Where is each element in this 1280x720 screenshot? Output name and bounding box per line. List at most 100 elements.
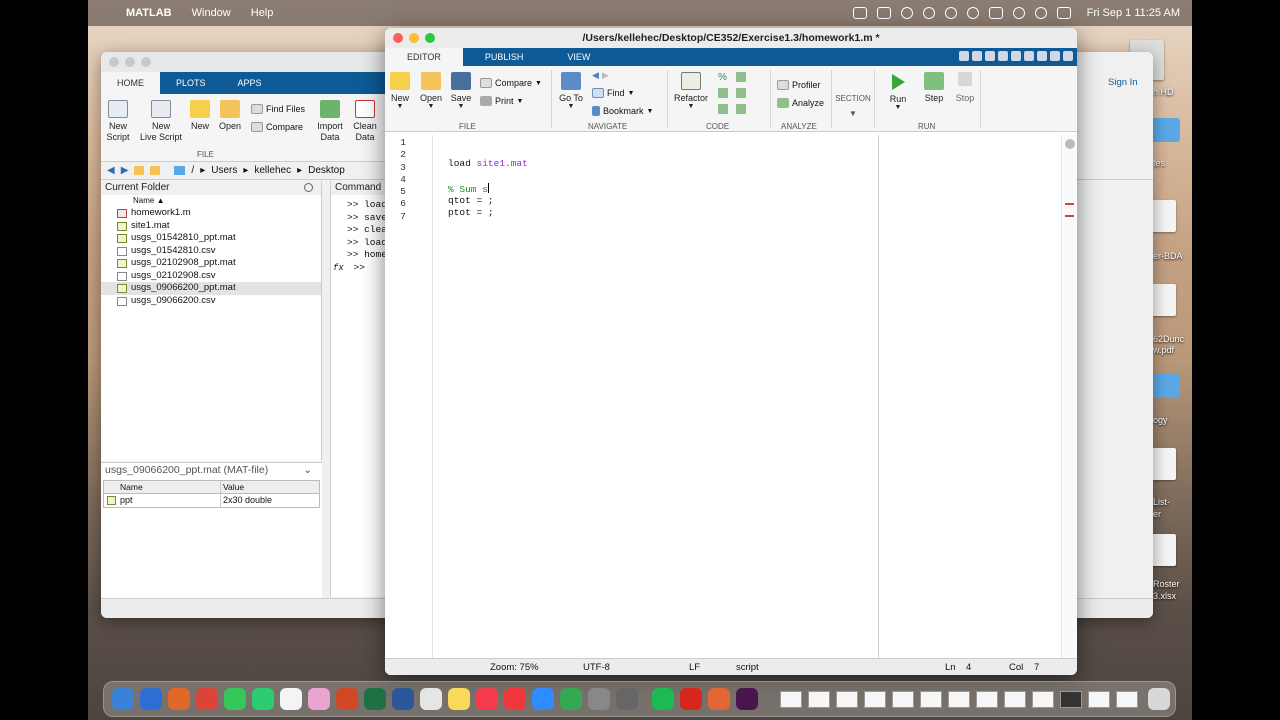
chevron-down-icon[interactable]: ⌄ [303, 463, 312, 477]
warning-marker[interactable] [1065, 215, 1074, 217]
breadcrumb-root[interactable]: / [191, 165, 194, 176]
malwarebytes-icon[interactable] [852, 7, 867, 19]
name-column-header[interactable]: Name ▲ [101, 195, 321, 207]
sync-icon[interactable] [900, 7, 913, 19]
slack-icon[interactable] [736, 688, 758, 710]
print-button[interactable]: Print ▼ [480, 96, 523, 106]
value-column-header[interactable]: Value [221, 481, 244, 493]
table-row[interactable]: ppt 2x30 double [104, 494, 319, 507]
sign-in-link[interactable]: Sign In [1108, 77, 1138, 88]
tab-home[interactable]: HOME [101, 72, 160, 94]
code-analyzer-status-icon[interactable] [1065, 139, 1075, 149]
google-drive-icon[interactable] [560, 688, 582, 710]
back-arrow-icon[interactable]: ◀ [592, 70, 599, 81]
browse-folder-icon[interactable] [150, 166, 161, 175]
uncomment-icon[interactable] [736, 72, 746, 82]
tab-plots[interactable]: PLOTS [160, 72, 222, 94]
safari-icon[interactable] [140, 688, 162, 710]
menubar-clock[interactable]: Fri Sep 1 11:25 AM [1087, 7, 1180, 19]
compare-button[interactable]: Compare [251, 122, 303, 132]
back-forward-buttons[interactable]: ◀ ▶ [592, 70, 609, 81]
document-thumbnail-icon[interactable] [948, 691, 970, 708]
battery-icon[interactable] [988, 7, 1003, 19]
analyze-button[interactable]: Analyze [777, 98, 824, 108]
list-item[interactable]: site1.mat [101, 220, 321, 233]
notes-icon[interactable] [448, 688, 470, 710]
step-button[interactable]: Step [921, 72, 947, 103]
close-button[interactable] [393, 33, 403, 43]
up-folder-icon[interactable] [134, 166, 145, 175]
code-line-7[interactable] [448, 220, 528, 232]
calendar-icon[interactable] [280, 688, 302, 710]
copy-icon[interactable] [985, 51, 995, 61]
save-icon[interactable] [959, 51, 969, 61]
tab-view[interactable]: VIEW [545, 48, 612, 66]
facetime-icon[interactable] [252, 688, 274, 710]
document-thumbnail-icon[interactable] [920, 691, 942, 708]
back-arrow-icon[interactable]: ◀ [107, 165, 115, 176]
import-data-button[interactable]: Import Data [313, 100, 347, 143]
code-line-3[interactable] [448, 171, 528, 183]
list-item[interactable]: usgs_01542810.csv [101, 245, 321, 258]
control-center-icon[interactable] [1056, 7, 1071, 19]
code-line-2[interactable]: load site1.mat [448, 158, 528, 170]
warning-marker[interactable] [1065, 203, 1074, 205]
messages-icon[interactable] [224, 688, 246, 710]
zoom-button[interactable] [141, 57, 151, 67]
acrobat-icon[interactable] [680, 688, 702, 710]
refactor-button[interactable]: Refactor ▼ [672, 72, 710, 110]
section-button[interactable]: SECTION ▼ [835, 94, 871, 118]
find-button[interactable]: Find ▼ [592, 88, 634, 98]
redo-icon[interactable] [1024, 51, 1034, 61]
menubar-help[interactable]: Help [251, 7, 274, 19]
firefox-icon[interactable] [168, 688, 190, 710]
file-icon[interactable] [1150, 448, 1176, 480]
document-thumbnail-icon[interactable] [1116, 691, 1138, 708]
disk-utility-icon[interactable] [616, 688, 638, 710]
name-column-header[interactable]: Name [104, 481, 221, 493]
new-button[interactable]: New ▼ [389, 72, 411, 110]
spotify-icon[interactable] [652, 688, 674, 710]
tab-apps[interactable]: APPS [222, 72, 278, 94]
open-button[interactable]: Open [217, 100, 243, 131]
help-icon[interactable] [1050, 51, 1060, 61]
code-line-6[interactable]: ptot = ; [448, 207, 528, 219]
forward-arrow-icon[interactable]: ▶ [121, 165, 129, 176]
word-icon[interactable] [392, 688, 414, 710]
switch-windows-icon[interactable] [1037, 51, 1047, 61]
zoom-icon[interactable] [532, 688, 554, 710]
new-live-script-button[interactable]: New Live Script [137, 100, 185, 143]
list-item[interactable]: homework1.m [101, 207, 321, 220]
bookmark-button[interactable]: Bookmark ▼ [592, 106, 653, 116]
increase-indent-icon[interactable] [736, 104, 746, 114]
document-thumbnail-icon[interactable] [1060, 691, 1082, 708]
folder-icon[interactable] [876, 7, 891, 19]
finder-icon[interactable] [112, 688, 134, 710]
list-item[interactable]: usgs_09066200.csv [101, 295, 321, 308]
wrap-comments-icon[interactable] [718, 88, 728, 98]
tab-editor[interactable]: EDITOR [385, 48, 463, 66]
xlsx-file-icon[interactable] [1150, 534, 1176, 566]
stop-button[interactable]: Stop [952, 72, 978, 103]
document-thumbnail-icon[interactable] [808, 691, 830, 708]
breadcrumb-users[interactable]: Users [211, 165, 237, 176]
list-item[interactable]: usgs_02102908.csv [101, 270, 321, 283]
decrease-indent-icon[interactable] [718, 104, 728, 114]
matlab-icon[interactable] [708, 688, 730, 710]
document-thumbnail-icon[interactable] [836, 691, 858, 708]
clean-data-button[interactable]: Clean Data [351, 100, 379, 143]
find-files-button[interactable]: Find Files [251, 104, 305, 114]
code-line-5[interactable]: qtot = ; [448, 195, 528, 207]
record-icon[interactable] [966, 7, 979, 19]
music-icon[interactable] [476, 688, 498, 710]
powerpoint-icon[interactable] [336, 688, 358, 710]
profiler-button[interactable]: Profiler [777, 80, 821, 90]
zoom-button[interactable] [425, 33, 435, 43]
code-editor[interactable]: load site1.mat % Sum s qtot = ; ptot = ; [448, 146, 528, 232]
open-button[interactable]: Open ▼ [418, 72, 444, 110]
list-item[interactable]: usgs_01542810_ppt.mat [101, 232, 321, 245]
fx-icon[interactable]: fx [333, 263, 344, 273]
document-thumbnail-icon[interactable] [1088, 691, 1110, 708]
paste-icon[interactable] [998, 51, 1008, 61]
list-item[interactable]: usgs_09066200_ppt.mat [101, 282, 321, 295]
